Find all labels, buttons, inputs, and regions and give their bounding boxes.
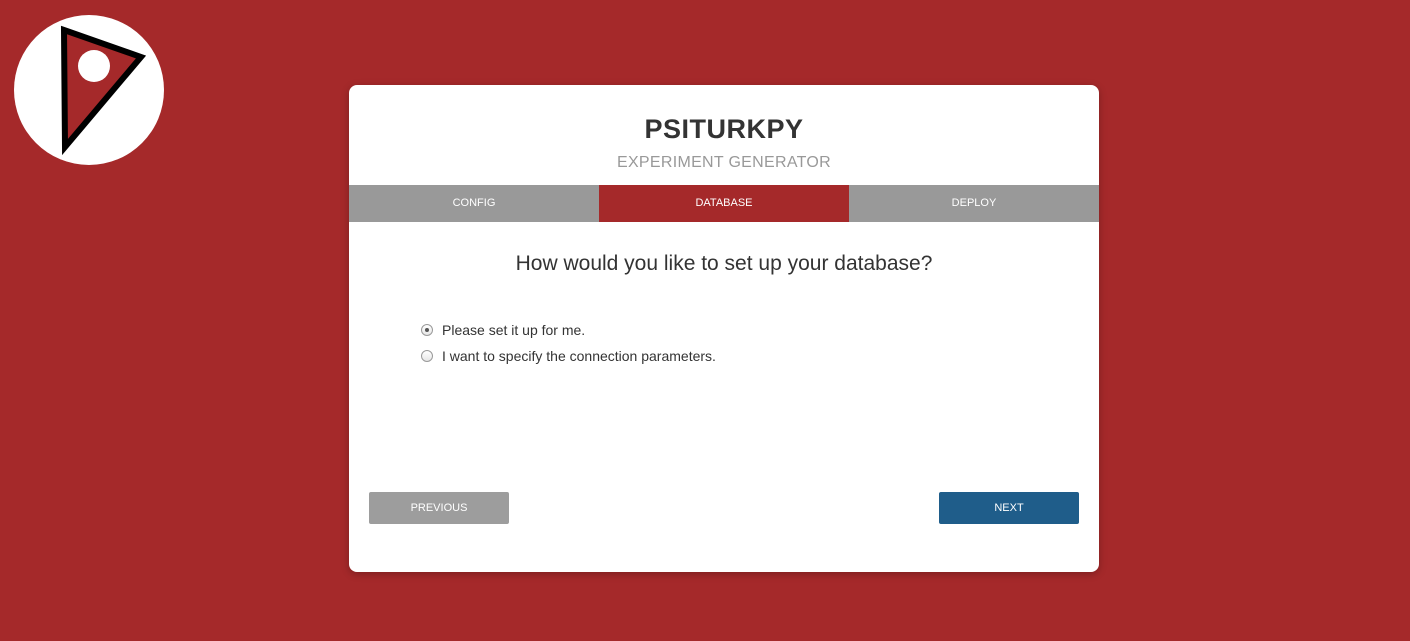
tab-deploy[interactable]: DEPLOY bbox=[849, 185, 1099, 222]
tab-config[interactable]: CONFIG bbox=[349, 185, 599, 222]
step-tabs: CONFIG DATABASE DEPLOY bbox=[349, 185, 1099, 222]
radio-auto-setup[interactable] bbox=[421, 324, 433, 336]
option-auto-setup[interactable]: Please set it up for me. bbox=[421, 317, 716, 343]
database-options: Please set it up for me. I want to speci… bbox=[421, 317, 716, 369]
radio-specify-params[interactable] bbox=[421, 350, 433, 362]
tab-database[interactable]: DATABASE bbox=[599, 185, 849, 222]
page-subtitle: EXPERIMENT GENERATOR bbox=[616, 154, 832, 171]
previous-button[interactable]: PREVIOUS bbox=[369, 492, 509, 524]
database-question: How would you like to set up your databa… bbox=[515, 252, 933, 275]
app-logo bbox=[14, 15, 164, 165]
wizard-card: PSITURKPY EXPERIMENT GENERATOR CONFIG DA… bbox=[349, 85, 1099, 572]
option-auto-setup-label: Please set it up for me. bbox=[442, 322, 586, 338]
pizza-slice-logo-icon bbox=[60, 25, 147, 156]
option-specify-params-label: I want to specify the connection paramet… bbox=[442, 348, 716, 364]
page-title: PSITURKPY bbox=[644, 114, 804, 144]
option-specify-params[interactable]: I want to specify the connection paramet… bbox=[421, 343, 716, 369]
next-button[interactable]: NEXT bbox=[939, 492, 1079, 524]
